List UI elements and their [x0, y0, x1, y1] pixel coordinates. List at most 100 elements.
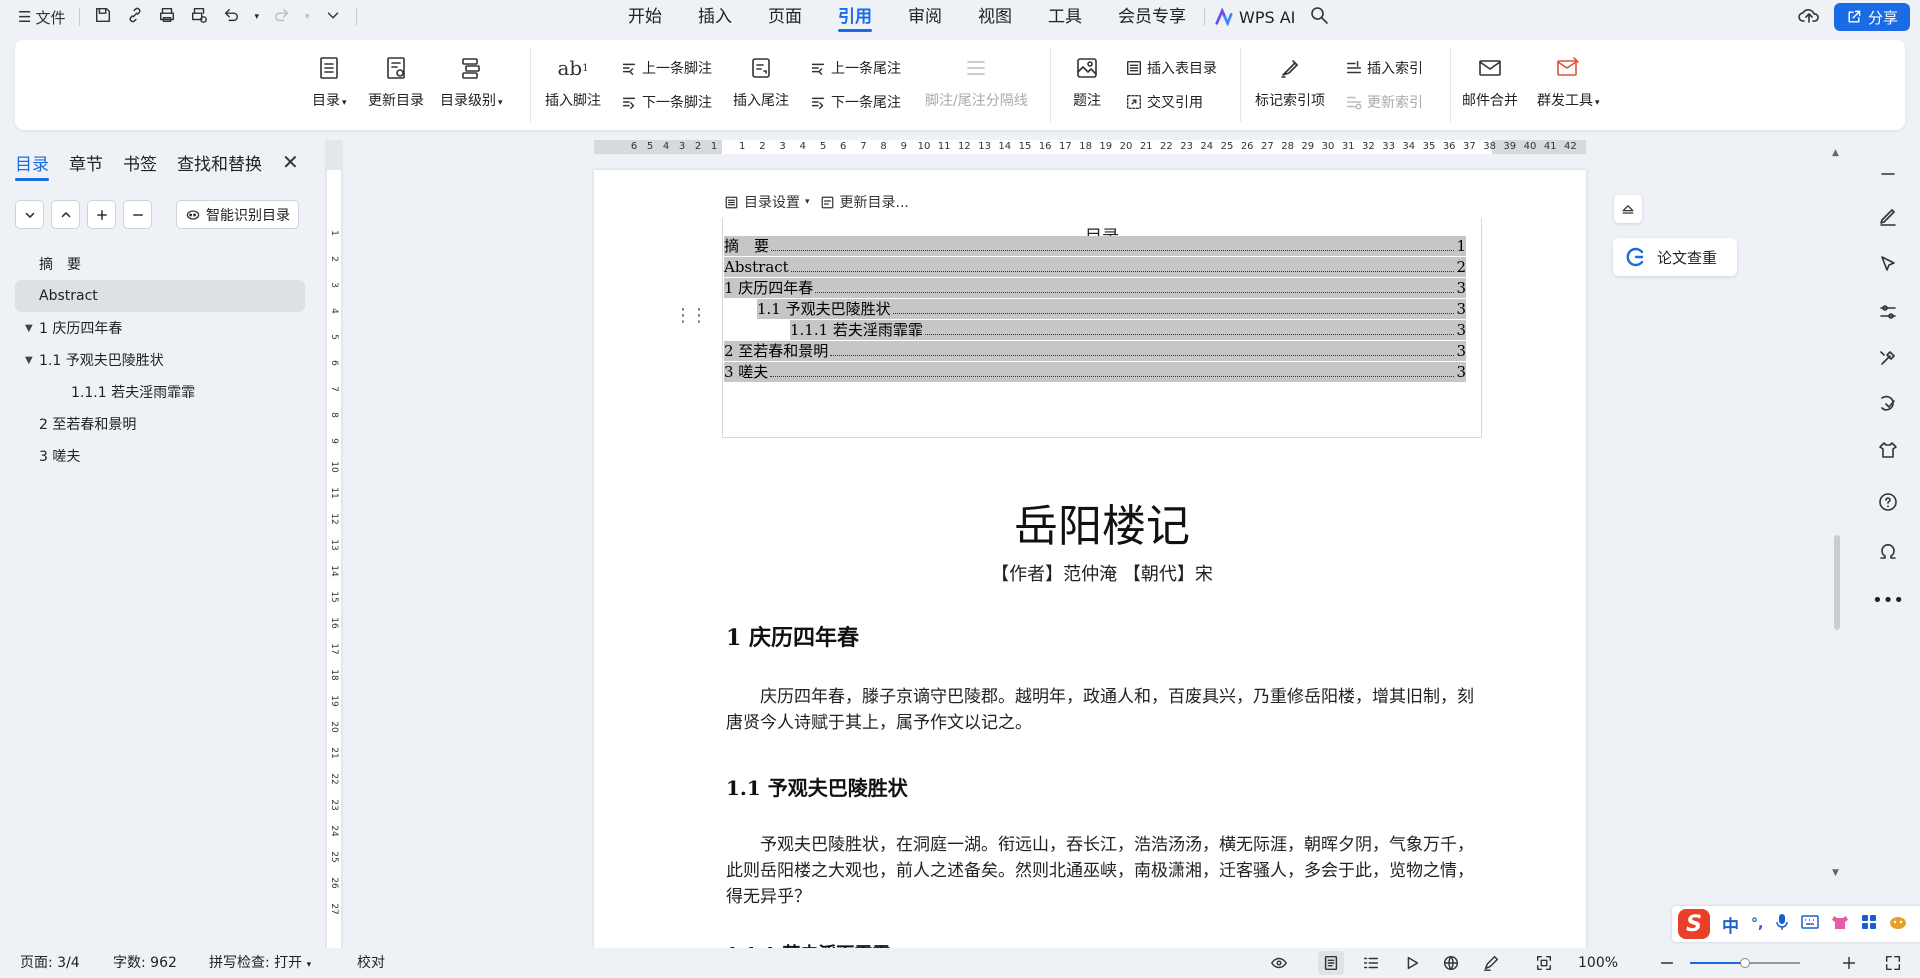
menu-tab-member[interactable]: 会员专享	[1100, 0, 1204, 34]
nav-outline-item[interactable]: 2 至若春和景明	[15, 408, 305, 440]
toc-entry[interactable]: 1.1.1 若夫淫雨霏霏 3	[790, 320, 1466, 340]
nav-outline-item[interactable]: 摘 要	[15, 248, 305, 280]
menu-tab-insert[interactable]: 插入	[680, 0, 750, 34]
page-indicator[interactable]: 页面: 3/4	[20, 948, 80, 978]
expand-triangle-icon[interactable]: ▼	[25, 355, 39, 366]
tools-wrench-icon[interactable]	[1876, 346, 1900, 370]
write-mode-icon[interactable]	[1482, 954, 1500, 972]
collapse-panel-button[interactable]	[1614, 195, 1642, 223]
share-button[interactable]: 分享	[1833, 3, 1910, 31]
toc-entry[interactable]: 1.1 予观夫巴陵胜状 3	[757, 299, 1466, 319]
menu-tab-tools[interactable]: 工具	[1030, 0, 1100, 34]
print-preview-icon[interactable]	[190, 6, 208, 28]
expand-down-button[interactable]	[15, 200, 44, 229]
web-view-icon[interactable]	[1442, 954, 1460, 972]
word-count[interactable]: 字数: 962	[113, 948, 177, 978]
collapse-up-button[interactable]	[51, 200, 80, 229]
zoom-out-icon[interactable]	[1658, 954, 1676, 972]
add-heading-button[interactable]	[87, 200, 116, 229]
toc-settings-button[interactable]: 目录设置 ▾	[724, 192, 810, 212]
nav-outline-item[interactable]: ▼ 1 庆历四年春	[15, 312, 305, 344]
adjust-sliders-icon[interactable]	[1876, 300, 1900, 324]
toc-entry[interactable]: Abstract 2	[724, 257, 1466, 277]
drag-handle-icon[interactable]: ⋮⋮	[674, 305, 708, 326]
zoom-slider-knob[interactable]	[1740, 958, 1750, 968]
cross-reference-button[interactable]: 交叉引用	[1125, 92, 1203, 112]
zoom-level[interactable]: 100%	[1578, 948, 1618, 978]
horizontal-ruler[interactable]: 6 5 4 3 2 1 1 2 3 4 5 6 7 8 9 10 11 12 13 14 15 16 17 18 19 20 21 2…	[594, 140, 1586, 154]
print-icon[interactable]	[158, 6, 176, 28]
link-icon[interactable]	[126, 6, 144, 28]
mail-merge-button[interactable]: 邮件合并	[1462, 52, 1518, 110]
nav-outline-item[interactable]: 1.1.1 若夫淫雨霏霏	[15, 376, 305, 408]
fit-screen-icon[interactable]	[1535, 954, 1553, 972]
scroll-thumb[interactable]	[1834, 535, 1840, 630]
menu-tab-review[interactable]: 审阅	[890, 0, 960, 34]
menu-tab-home[interactable]: 开始	[610, 0, 680, 34]
nav-outline-item[interactable]: ▼ 1.1 予观夫巴陵胜状	[15, 344, 305, 376]
page-view-icon[interactable]	[1318, 951, 1344, 975]
pen-icon[interactable]	[1876, 204, 1900, 228]
insert-index-button[interactable]: 插入索引	[1345, 58, 1423, 78]
document-page[interactable]: 目录设置▾ 更新目录... ⋮⋮ 目录 摘 要1Abstract21 庆历四年春…	[594, 170, 1586, 948]
nav-tab-chapters[interactable]: 章节	[69, 150, 103, 181]
toc-entry[interactable]: 1 庆历四年春 3	[724, 278, 1466, 298]
file-menu[interactable]: ☰ 文件	[18, 7, 65, 28]
save-icon[interactable]	[94, 6, 112, 28]
punctuation-icon[interactable]: °,	[1751, 916, 1763, 932]
search-icon[interactable]	[1309, 5, 1329, 29]
vertical-ruler[interactable]: 1 2 3 4 5 6 7 8 9 10 11 12 13 14 15 16 17 18 19 20 21 22 23 24 2…	[325, 140, 343, 948]
proofread-button[interactable]: 校对	[357, 948, 385, 978]
nav-tab-find-replace[interactable]: 查找和替换	[177, 150, 262, 181]
outline-view-icon[interactable]	[1362, 954, 1380, 972]
more-icon[interactable]: •••	[1872, 588, 1904, 612]
paper-check-button[interactable]: 论文查重	[1613, 238, 1737, 276]
omega-symbol-icon[interactable]	[1876, 540, 1900, 564]
zoom-in-icon[interactable]	[1840, 954, 1858, 972]
next-endnote-button[interactable]: 下一条尾注	[809, 92, 901, 112]
play-reading-icon[interactable]	[1403, 954, 1421, 972]
eye-protect-icon[interactable]	[1270, 954, 1288, 972]
scroll-down-icon[interactable]: ▼	[1832, 868, 1839, 878]
prev-endnote-button[interactable]: 上一条尾注	[809, 58, 901, 78]
wps-ai-button[interactable]: WPS AI	[1205, 8, 1305, 27]
nav-outline-item[interactable]: 3 嗟夫	[15, 440, 305, 472]
zoom-slider[interactable]	[1690, 958, 1800, 968]
caption-button[interactable]: 题注	[1072, 52, 1102, 110]
undo-dropdown-icon[interactable]: ▾	[254, 12, 259, 22]
toc-level-button[interactable]: 目录级别 ▾	[440, 52, 503, 110]
smart-toc-button[interactable]: 智能识别目录	[176, 200, 299, 229]
skin-icon[interactable]	[1831, 914, 1849, 934]
next-footnote-button[interactable]: 下一条脚注	[620, 92, 712, 112]
style-shirt-icon[interactable]	[1876, 438, 1900, 462]
toc-entry[interactable]: 2 至若春和景明 3	[724, 341, 1466, 361]
sogou-logo-icon[interactable]: S	[1678, 909, 1710, 939]
scroll-up-icon[interactable]: ▲	[1832, 148, 1839, 158]
fullscreen-icon[interactable]	[1884, 954, 1902, 972]
menu-tab-references[interactable]: 引用	[820, 0, 890, 34]
ime-language[interactable]: 中	[1722, 912, 1739, 937]
expand-triangle-icon[interactable]: ▼	[25, 323, 39, 334]
insert-endnote-button[interactable]: 插入尾注	[733, 52, 789, 110]
apps-grid-icon[interactable]	[1861, 914, 1877, 934]
remove-heading-button[interactable]	[123, 200, 152, 229]
help-icon[interactable]	[1876, 490, 1900, 514]
redo-dropdown-icon[interactable]: ▾	[305, 12, 310, 22]
spell-check-status[interactable]: 拼写检查: 打开 ▾	[209, 948, 311, 978]
mascot-icon[interactable]	[1889, 914, 1907, 934]
toc-button[interactable]: 目录 ▾	[312, 52, 347, 110]
close-icon[interactable]: ✕	[282, 150, 299, 174]
bulk-send-button[interactable]: 群发工具 ▾	[1537, 52, 1600, 110]
ai-write-icon[interactable]	[1876, 392, 1900, 416]
insert-table-of-figures-button[interactable]: 插入表目录	[1125, 58, 1217, 78]
menu-tab-view[interactable]: 视图	[960, 0, 1030, 34]
nav-outline-item[interactable]: Abstract	[15, 280, 305, 312]
undo-icon[interactable]	[222, 6, 240, 28]
prev-footnote-button[interactable]: 上一条脚注	[620, 58, 712, 78]
toc-entry[interactable]: 3 嗟夫 3	[724, 362, 1466, 382]
more-chevron-down-icon[interactable]	[324, 6, 342, 28]
toc-update-button[interactable]: 更新目录...	[820, 192, 909, 212]
update-toc-button[interactable]: 更新目录	[368, 52, 424, 110]
menu-tab-page[interactable]: 页面	[750, 0, 820, 34]
vertical-scrollbar[interactable]: ▲ ▼	[1830, 140, 1844, 948]
